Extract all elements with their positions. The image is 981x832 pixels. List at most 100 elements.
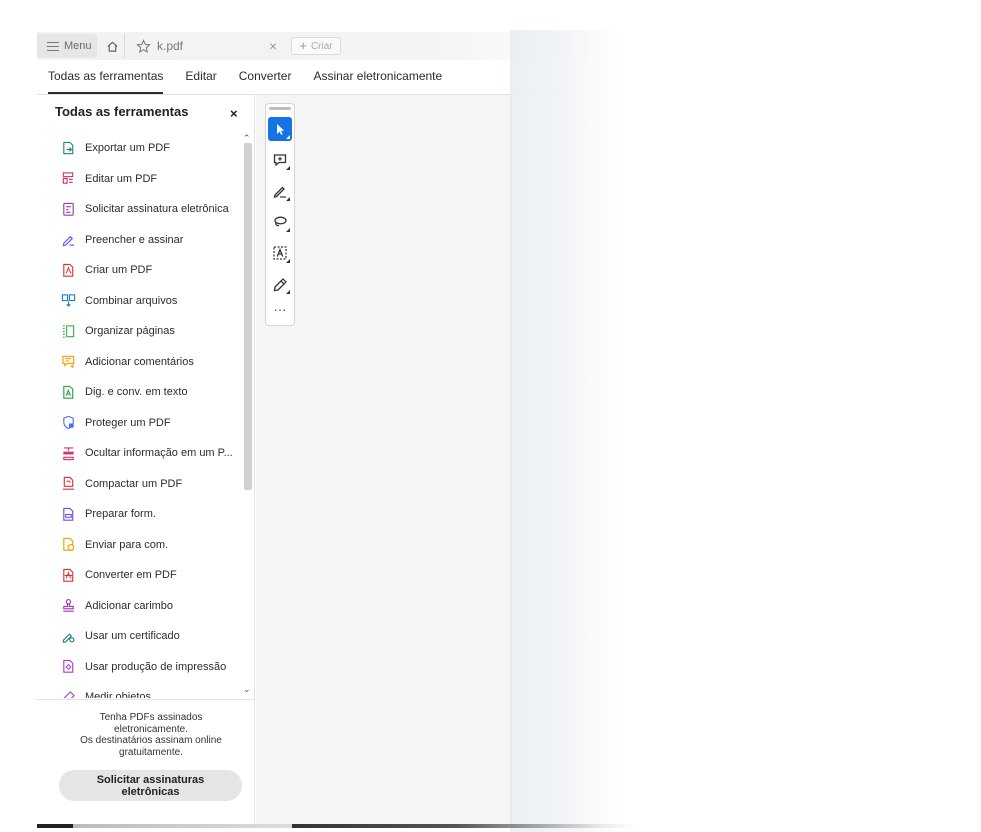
scrollbar[interactable]: ⌃ ⌄ — [242, 133, 254, 698]
quick-tools-toolbar: ··· — [265, 103, 295, 326]
tool-item-protect-pdf[interactable]: Proteger um PDF — [61, 412, 171, 434]
print-production-icon — [63, 659, 74, 673]
toolbar-grip[interactable] — [269, 107, 291, 110]
menu-button[interactable]: Menu — [37, 34, 97, 58]
request-signatures-label-2: eletrônicas — [121, 785, 180, 798]
draw-tool-button[interactable] — [268, 179, 292, 203]
more-tools-icon[interactable]: ··· — [268, 302, 292, 317]
tool-item-label: Medir objetos — [85, 691, 152, 698]
create-label: Criar — [310, 40, 333, 52]
desktop-background — [0, 0, 981, 30]
tool-item-send-comment[interactable]: Enviar para com. — [61, 534, 168, 556]
tool-item-label: Criar um PDF — [85, 264, 153, 276]
tools-panel: Todas as ferramentas × Exportar um PDF Ed… — [37, 95, 255, 824]
tab-todas-as-ferramentas[interactable]: Todas as ferramentas — [37, 60, 174, 94]
tool-item-request-signature[interactable]: Solicitar assinatura eletrônica — [61, 198, 229, 220]
home-button[interactable] — [101, 34, 125, 58]
submenu-indicator-icon — [286, 259, 290, 263]
taskbar-strip — [37, 824, 981, 828]
submenu-indicator-icon — [286, 228, 290, 232]
tool-item-redact[interactable]: Ocultar informação em um P... — [61, 442, 233, 464]
comment-tool-button[interactable] — [268, 148, 292, 172]
tab-editar[interactable]: Editar — [174, 60, 227, 94]
request-signature-icon — [63, 202, 74, 216]
combine-files-icon — [61, 294, 76, 307]
request-signatures-button[interactable]: Solicitar assinaturas eletrônicas — [59, 770, 242, 801]
tool-item-edit-pdf[interactable]: Editar um PDF — [61, 168, 157, 190]
submenu-indicator-icon — [286, 135, 290, 139]
tool-item-print-production[interactable]: Usar produção de impressão — [61, 656, 226, 678]
tool-item-label: Preparar form. — [85, 508, 156, 520]
organize-pages-icon — [62, 324, 75, 338]
tool-item-compress-pdf[interactable]: Compactar um PDF — [61, 473, 182, 495]
tool-item-scan-ocr[interactable]: Dig. e conv. em texto — [61, 381, 188, 403]
tool-item-fill-sign[interactable]: Preencher e assinar — [61, 229, 183, 251]
prepare-form-icon — [63, 507, 74, 521]
plus-icon: + — [299, 38, 307, 53]
tab-converter[interactable]: Converter — [228, 60, 303, 94]
tool-item-label: Compactar um PDF — [85, 477, 183, 490]
convert-pdf-icon — [63, 568, 74, 582]
close-panel-icon[interactable]: × — [230, 106, 238, 121]
submenu-indicator-icon — [286, 290, 290, 294]
create-button[interactable]: + Criar — [291, 37, 341, 55]
edit-pdf-icon — [62, 172, 74, 184]
tool-item-add-comment[interactable]: Adicionar comentários — [61, 351, 194, 373]
tool-item-certificate[interactable]: Usar um certificado — [61, 625, 180, 647]
select-tool-button[interactable] — [268, 117, 292, 141]
document-edge — [510, 95, 512, 824]
promo-line: Os destinatários assinam online — [80, 735, 222, 746]
tool-item-label: Editar um PDF — [85, 172, 158, 185]
window-fade — [510, 30, 981, 832]
tab-assinar-eletronicamente[interactable]: Assinar eletronicamente — [302, 60, 453, 94]
tool-item-combine-files[interactable]: Combinar arquivos — [61, 290, 177, 312]
tool-item-convert-pdf[interactable]: Converter em PDF — [61, 564, 177, 586]
tool-item-organize-pages[interactable]: Organizar páginas — [61, 320, 175, 342]
scan-ocr-icon — [63, 385, 74, 399]
home-icon — [107, 41, 118, 52]
tool-item-label: Converter em PDF — [85, 569, 177, 581]
document-tab[interactable]: k.pdf — [129, 32, 289, 60]
tool-item-label: Usar produção de impressão — [85, 660, 227, 673]
close-tab-icon[interactable]: × — [269, 38, 277, 54]
stamp-icon — [63, 599, 74, 612]
tool-item-measure[interactable]: Medir objetos — [61, 686, 151, 698]
tool-item-label: Enviar para com. — [85, 538, 169, 551]
text-select-tool-button[interactable] — [268, 241, 292, 265]
panel-title: Todas as ferramentas — [55, 104, 189, 119]
promo-line: gratuitamente. — [119, 746, 183, 758]
export-pdf-icon — [63, 141, 74, 154]
tool-item-label: Ocultar informação em um P... — [85, 447, 233, 459]
promo-line: Tenha PDFs assinados — [99, 712, 203, 723]
sign-tool-button[interactable] — [268, 272, 292, 296]
scroll-thumb[interactable] — [244, 143, 252, 490]
hamburger-icon — [47, 41, 59, 51]
add-comment-icon — [62, 355, 75, 369]
redact-icon — [63, 446, 74, 460]
tool-item-label: Combinar arquivos — [85, 294, 178, 307]
tool-item-label: Usar um certificado — [85, 630, 180, 642]
tool-item-stamp[interactable]: Adicionar carimbo — [61, 595, 173, 617]
send-comment-icon — [63, 537, 75, 551]
tool-item-create-pdf[interactable]: Criar um PDF — [61, 259, 152, 281]
tab-bar: Menu k.pdf × + Criar — [37, 32, 597, 60]
menu-label: Menu — [64, 40, 92, 52]
panel-footer-divider — [37, 699, 254, 700]
submenu-indicator-icon — [286, 166, 290, 170]
tool-item-prepare-form[interactable]: Preparar form. — [61, 503, 156, 525]
tool-item-label: Adicionar carimbo — [85, 599, 174, 612]
submenu-indicator-icon — [286, 197, 290, 201]
protect-pdf-icon — [63, 415, 74, 430]
request-signatures-label-1: Solicitar assinaturas — [96, 773, 205, 786]
tool-item-export-pdf[interactable]: Exportar um PDF — [61, 137, 170, 159]
tool-list: Exportar um PDF Editar um PDF Solicitar as… — [37, 133, 241, 698]
certificate-icon — [62, 632, 75, 643]
lasso-tool-button[interactable] — [268, 210, 292, 234]
star-icon[interactable] — [136, 38, 151, 54]
tool-item-label: Exportar um PDF — [85, 142, 170, 154]
fill-sign-icon — [62, 235, 75, 247]
scroll-down-icon[interactable]: ⌄ — [243, 684, 251, 695]
promo-line: eletronicamente. — [114, 723, 188, 735]
menu-bar: Todas as ferramentas Editar Converter As… — [37, 60, 597, 94]
measure-icon — [62, 690, 75, 698]
